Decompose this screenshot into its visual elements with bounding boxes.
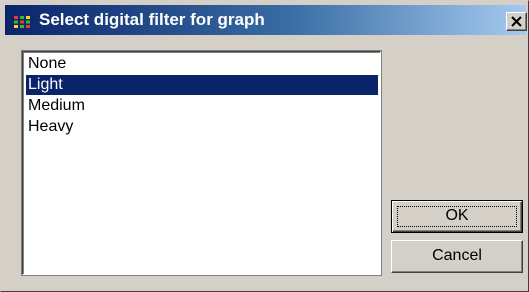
title-bar[interactable]: Select digital filter for graph [5,5,527,35]
list-item-light[interactable]: Light [26,75,378,95]
list-item-heavy[interactable]: Heavy [26,117,378,137]
dialog-window: Select digital filter for graph None Lig… [0,0,529,292]
close-icon [511,16,522,27]
cancel-button[interactable]: Cancel [391,240,523,273]
cancel-button-label: Cancel [432,247,482,264]
app-grid-icon [14,16,30,28]
filter-listbox[interactable]: None Light Medium Heavy [21,50,382,276]
list-item-none[interactable]: None [26,54,378,74]
close-button[interactable] [506,12,527,31]
ok-button[interactable]: OK [391,200,523,233]
window-title: Select digital filter for graph [39,10,265,29]
ok-button-label: OK [445,207,469,224]
list-item-medium[interactable]: Medium [26,96,378,116]
